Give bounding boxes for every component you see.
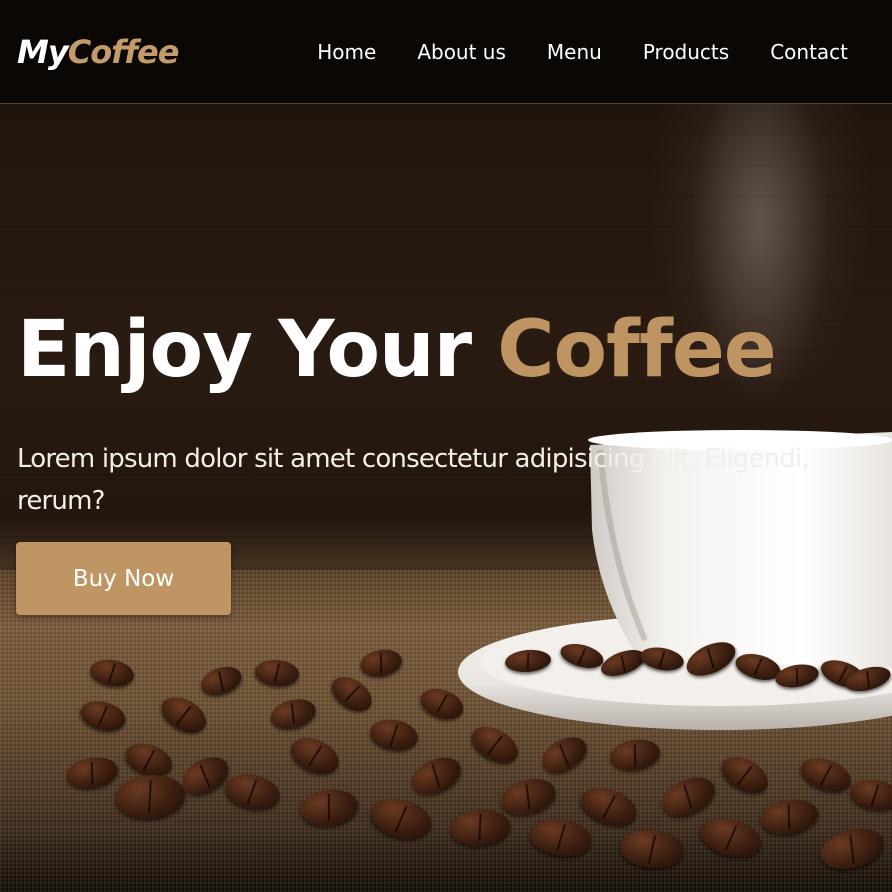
nav-home-link[interactable]: Home xyxy=(317,37,376,67)
hero-description: Lorem ipsum dolor sit amet consectetur a… xyxy=(17,444,810,516)
site-header: MyCoffee Home About us Menu Products Con… xyxy=(0,0,892,104)
logo-text-my: My xyxy=(17,33,69,71)
buy-now-button[interactable]: Buy Now xyxy=(16,542,231,615)
hero-title-accent: Coffee xyxy=(497,305,777,395)
hero-title: Enjoy Your Coffee xyxy=(17,300,777,400)
nav-about-link[interactable]: About us xyxy=(417,37,506,67)
nav-products-link[interactable]: Products xyxy=(643,37,729,67)
nav-menu-link[interactable]: Menu xyxy=(547,37,602,67)
main-nav: Home About us Menu Products Contact xyxy=(317,37,848,67)
nav-contact-link[interactable]: Contact xyxy=(770,37,848,67)
logo-text-coffee: Coffee xyxy=(67,33,180,71)
hero-title-main: Enjoy Your xyxy=(17,305,472,395)
landing-page: MyCoffee Home About us Menu Products Con… xyxy=(0,0,892,892)
site-logo[interactable]: MyCoffee xyxy=(17,32,180,72)
